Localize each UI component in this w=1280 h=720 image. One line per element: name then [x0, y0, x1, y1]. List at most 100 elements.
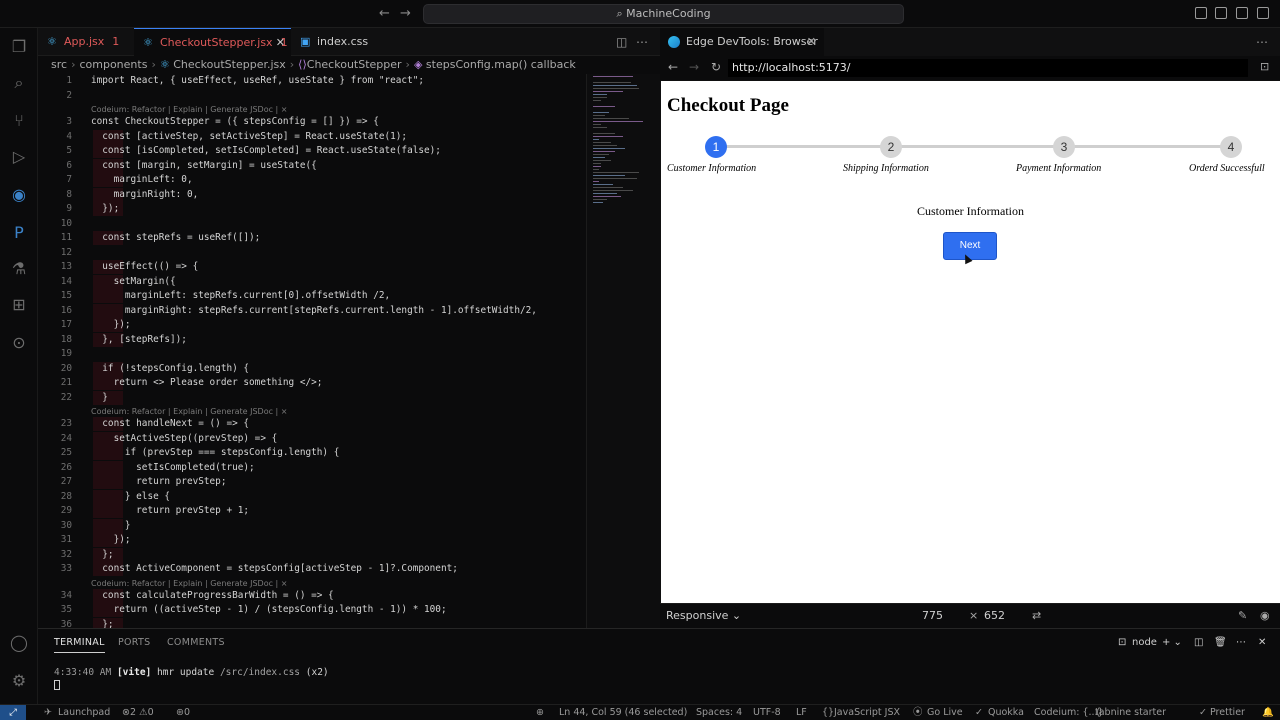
- customize-layout-icon[interactable]: [1257, 7, 1269, 19]
- settings-gear-icon[interactable]: ⚙: [10, 672, 28, 690]
- device-mode-select[interactable]: Responsive ⌄: [666, 609, 741, 622]
- terminal-shell-label[interactable]: node: [1132, 637, 1157, 648]
- end-of-line[interactable]: LF: [796, 705, 807, 720]
- toggle-secondary-sidebar-icon[interactable]: [1236, 7, 1248, 19]
- height-input[interactable]: 652: [984, 609, 1005, 622]
- forward-arrow-icon[interactable]: →: [400, 6, 411, 21]
- code-line[interactable]: });: [91, 534, 131, 545]
- kill-terminal-icon[interactable]: 🗑: [1214, 637, 1227, 648]
- more-actions-icon[interactable]: ⋯: [1256, 35, 1268, 49]
- code-line[interactable]: };: [91, 619, 113, 629]
- explorer-icon[interactable]: ❐: [10, 38, 28, 56]
- tab-checkoutstepper-jsx[interactable]: ⚛ CheckoutStepper.jsx 1 ✕: [134, 28, 291, 56]
- launchpad-item[interactable]: Launchpad: [58, 705, 110, 720]
- code-line[interactable]: }: [91, 520, 131, 531]
- code-line[interactable]: const [activeStep, setActiveStep] = Reac…: [91, 131, 407, 142]
- code-line[interactable]: return <> Please order something </>;: [91, 377, 323, 388]
- indentation[interactable]: Spaces: 4: [696, 705, 742, 720]
- code-line[interactable]: };: [91, 549, 113, 560]
- code-line[interactable]: return prevStep;: [91, 476, 226, 487]
- breadcrumb-symbol[interactable]: CheckoutStepper: [307, 58, 402, 71]
- prettier-item[interactable]: Prettier: [1210, 705, 1245, 720]
- breadcrumb-callback[interactable]: stepsConfig.map() callback: [426, 58, 576, 71]
- code-line[interactable]: marginLeft: 0,: [91, 174, 193, 185]
- code-line[interactable]: } else {: [91, 491, 170, 502]
- code-editor[interactable]: 1 import React, { useEffect, useRef, useS…: [38, 74, 586, 628]
- toggle-sidebar-icon[interactable]: [1195, 7, 1207, 19]
- screencast-icon[interactable]: ⊡: [1260, 60, 1269, 73]
- close-icon[interactable]: ✕: [276, 29, 285, 57]
- minimap[interactable]: [586, 74, 660, 628]
- code-line[interactable]: setActiveStep((prevStep) => {: [91, 433, 278, 444]
- code-line[interactable]: import React, { useEffect, useRef, useSt…: [91, 75, 424, 86]
- run-debug-icon[interactable]: ▷: [10, 148, 28, 166]
- inspect-icon[interactable]: ✎: [1238, 609, 1247, 622]
- code-line[interactable]: });: [91, 203, 119, 214]
- zoom-icon[interactable]: ⊕: [536, 705, 544, 720]
- codeium-codelens[interactable]: Codeium: Refactor | Explain | Generate J…: [91, 579, 288, 588]
- source-control-icon[interactable]: ⑂: [10, 112, 28, 130]
- codeium-item[interactable]: Codeium: {...}: [1034, 705, 1104, 720]
- tab-ports[interactable]: PORTS: [118, 637, 150, 648]
- search-icon[interactable]: ⌕: [10, 74, 28, 92]
- codeium-codelens[interactable]: Codeium: Refactor | Explain | Generate J…: [91, 105, 288, 114]
- code-line[interactable]: if (!stepsConfig.length) {: [91, 363, 249, 374]
- quokka-item[interactable]: Quokka: [988, 705, 1024, 720]
- close-icon[interactable]: ✕: [807, 28, 816, 56]
- extension-p-icon[interactable]: P: [10, 224, 28, 242]
- tab-terminal[interactable]: TERMINAL: [54, 637, 105, 653]
- encoding[interactable]: UTF-8: [753, 705, 781, 720]
- code-line[interactable]: marginRight: stepRefs.current[stepRefs.c…: [91, 305, 537, 316]
- code-line[interactable]: const [isCompleted, setIsCompleted] = Re…: [91, 145, 441, 156]
- url-input[interactable]: http://localhost:5173/: [728, 59, 1248, 77]
- language-mode[interactable]: JavaScript JSX: [834, 705, 900, 720]
- more-actions-icon[interactable]: ⋯: [636, 35, 648, 49]
- code-line[interactable]: const calculateProgressBarWidth = () => …: [91, 590, 333, 601]
- breadcrumb-src[interactable]: src: [51, 58, 67, 71]
- code-line[interactable]: }: [91, 392, 108, 403]
- rotate-icon[interactable]: ⇄: [1032, 609, 1041, 622]
- width-input[interactable]: 775: [922, 609, 943, 622]
- code-line[interactable]: const ActiveComponent = stepsConfig[acti…: [91, 563, 458, 574]
- tab-edge-devtools-browser[interactable]: Edge DevTools: Browser ✕: [660, 28, 824, 56]
- code-line[interactable]: marginRight: 0,: [91, 189, 199, 200]
- code-line[interactable]: useEffect(() => {: [91, 261, 198, 272]
- split-editor-icon[interactable]: ◫: [616, 35, 627, 49]
- new-terminal-icon[interactable]: + ⌄: [1162, 637, 1182, 648]
- code-line[interactable]: const handleNext = () => {: [91, 418, 249, 429]
- code-line[interactable]: const [margin, setMargin] = useState({: [91, 160, 317, 171]
- ports-item[interactable]: ⊛0: [176, 705, 190, 720]
- forward-arrow-icon[interactable]: →: [689, 60, 699, 74]
- emulation-icon[interactable]: ◉: [1260, 609, 1270, 622]
- code-line[interactable]: setIsCompleted(true);: [91, 462, 255, 473]
- cursor-position[interactable]: Ln 44, Col 59 (46 selected): [559, 705, 687, 720]
- edge-devtools-icon[interactable]: ◉: [10, 186, 28, 204]
- tab-index-css[interactable]: ▣ index.css: [291, 28, 387, 56]
- code-line[interactable]: if (prevStep === stepsConfig.length) {: [91, 447, 340, 458]
- reload-icon[interactable]: ↻: [711, 60, 721, 74]
- code-line[interactable]: const CheckoutStepper = ({ stepsConfig =…: [91, 116, 379, 127]
- tab-app-jsx[interactable]: ⚛ App.jsx 1: [38, 28, 134, 56]
- tabnine-item[interactable]: tabnine starter: [1095, 705, 1166, 720]
- account-icon[interactable]: ◯: [10, 634, 28, 652]
- codeium-codelens[interactable]: Codeium: Refactor | Explain | Generate J…: [91, 407, 288, 416]
- back-arrow-icon[interactable]: ←: [668, 60, 678, 74]
- code-line[interactable]: return ((activeStep - 1) / (stepsConfig.…: [91, 604, 447, 615]
- code-line[interactable]: const stepRefs = useRef([]);: [91, 232, 260, 243]
- toggle-panel-icon[interactable]: [1215, 7, 1227, 19]
- problems-item[interactable]: ⊗2 ⚠0: [122, 705, 154, 720]
- code-line[interactable]: marginLeft: stepRefs.current[0].offsetWi…: [91, 290, 390, 301]
- close-panel-icon[interactable]: ✕: [1258, 637, 1266, 648]
- notifications-bell-icon[interactable]: 🔔: [1262, 705, 1274, 720]
- code-line[interactable]: }, [stepRefs]);: [91, 334, 187, 345]
- remote-indicator-icon[interactable]: ⤢: [0, 705, 26, 720]
- code-line[interactable]: return prevStep + 1;: [91, 505, 249, 516]
- tab-comments[interactable]: COMMENTS: [167, 637, 225, 648]
- more-actions-icon[interactable]: ⋯: [1236, 637, 1246, 648]
- extensions-icon[interactable]: ⊞: [10, 296, 28, 314]
- code-line[interactable]: });: [91, 319, 131, 330]
- command-center-search[interactable]: ⌕ MachineCoding: [423, 4, 904, 24]
- split-terminal-icon[interactable]: ◫: [1194, 637, 1203, 648]
- back-arrow-icon[interactable]: ←: [379, 6, 390, 21]
- breadcrumb-file[interactable]: CheckoutStepper.jsx: [173, 58, 286, 71]
